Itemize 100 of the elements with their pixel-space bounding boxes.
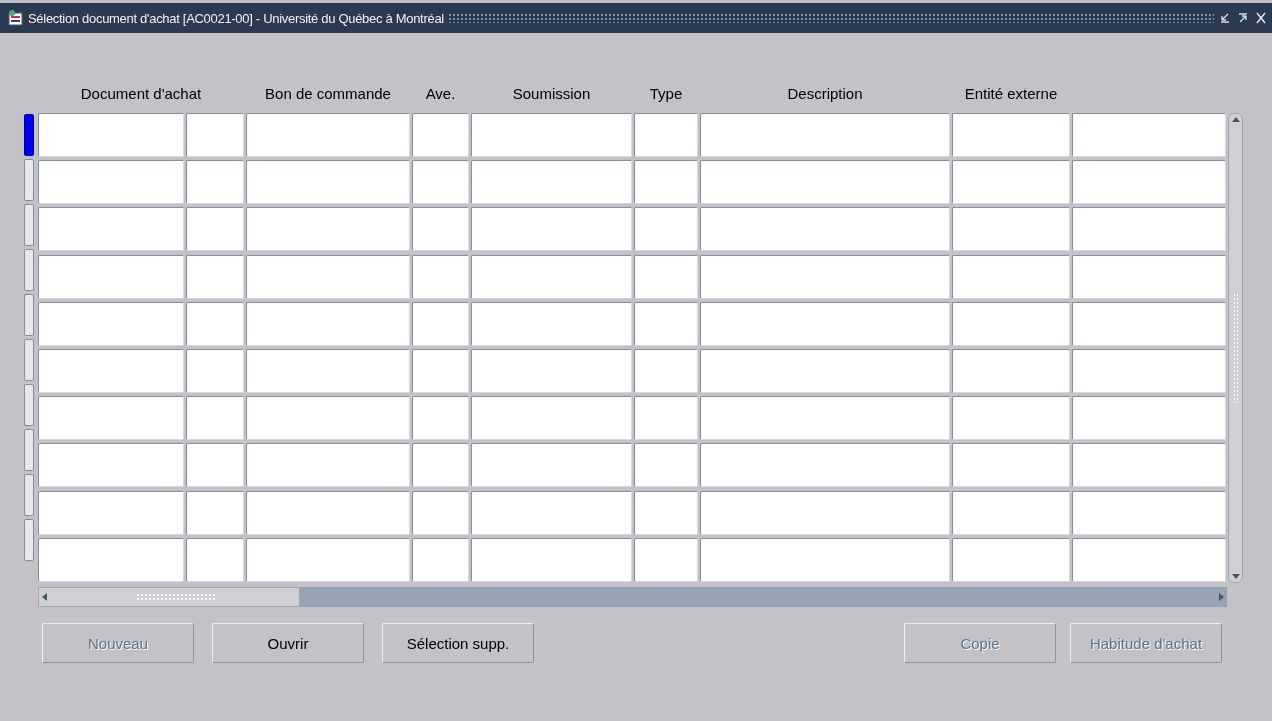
input-field[interactable] xyxy=(1072,349,1226,393)
input-field[interactable] xyxy=(186,301,244,346)
input-field[interactable] xyxy=(186,443,244,488)
input-field[interactable] xyxy=(1072,113,1226,157)
input-field[interactable] xyxy=(246,537,410,582)
input-field[interactable] xyxy=(186,207,244,252)
input-field[interactable] xyxy=(471,160,632,205)
input-field[interactable] xyxy=(471,301,632,346)
input-field[interactable] xyxy=(471,490,632,535)
row-indicator[interactable] xyxy=(24,339,34,381)
input-field[interactable] xyxy=(952,490,1070,535)
input-field[interactable] xyxy=(186,396,244,441)
input-field[interactable] xyxy=(634,254,698,299)
input-field[interactable] xyxy=(471,443,632,488)
scroll-thumb[interactable] xyxy=(38,587,300,607)
input-field[interactable] xyxy=(246,490,410,535)
input-field[interactable] xyxy=(1072,490,1226,535)
input-field[interactable] xyxy=(246,396,410,441)
input-field[interactable] xyxy=(1072,537,1226,582)
input-field[interactable] xyxy=(246,349,410,393)
row-indicator[interactable] xyxy=(24,384,34,426)
input-field[interactable] xyxy=(1072,254,1226,299)
row-indicator[interactable] xyxy=(24,519,34,561)
input-field[interactable] xyxy=(38,537,184,582)
input-field[interactable] xyxy=(952,254,1070,299)
input-field[interactable] xyxy=(634,396,698,441)
input-field[interactable] xyxy=(952,301,1070,346)
input-field[interactable] xyxy=(246,301,410,346)
minimize-icon[interactable] xyxy=(1218,11,1232,25)
input-field[interactable] xyxy=(246,160,410,205)
input-field[interactable] xyxy=(700,113,950,157)
input-field[interactable] xyxy=(634,160,698,205)
vertical-scrollbar[interactable] xyxy=(1228,113,1243,583)
row-indicator[interactable] xyxy=(24,249,34,291)
input-field[interactable] xyxy=(412,113,469,157)
action-button[interactable]: Ouvrir xyxy=(212,623,364,663)
input-field[interactable] xyxy=(700,160,950,205)
input-field[interactable] xyxy=(186,160,244,205)
row-indicator[interactable] xyxy=(24,294,34,336)
input-field[interactable] xyxy=(412,537,469,582)
action-button[interactable]: Sélection supp. xyxy=(382,623,534,663)
input-field[interactable] xyxy=(1072,207,1226,252)
input-field[interactable] xyxy=(38,443,184,488)
input-field[interactable] xyxy=(634,349,698,393)
input-field[interactable] xyxy=(700,443,950,488)
input-field[interactable] xyxy=(186,113,244,157)
input-field[interactable] xyxy=(412,301,469,346)
input-field[interactable] xyxy=(186,349,244,393)
input-field[interactable] xyxy=(471,396,632,441)
input-field[interactable] xyxy=(471,113,632,157)
input-field[interactable] xyxy=(700,349,950,393)
input-field[interactable] xyxy=(952,443,1070,488)
input-field[interactable] xyxy=(700,301,950,346)
input-field[interactable] xyxy=(952,537,1070,582)
input-field[interactable] xyxy=(1072,301,1226,346)
input-field[interactable] xyxy=(38,254,184,299)
row-indicator[interactable] xyxy=(24,159,34,201)
input-field[interactable] xyxy=(412,160,469,205)
row-indicator[interactable] xyxy=(24,204,34,246)
input-field[interactable] xyxy=(412,207,469,252)
input-field[interactable] xyxy=(634,113,698,157)
input-field[interactable] xyxy=(700,254,950,299)
input-field[interactable] xyxy=(412,443,469,488)
input-field[interactable] xyxy=(700,396,950,441)
input-field[interactable] xyxy=(38,160,184,205)
input-field[interactable] xyxy=(246,113,410,157)
input-field[interactable] xyxy=(38,207,184,252)
input-field[interactable] xyxy=(186,490,244,535)
maximize-icon[interactable] xyxy=(1236,11,1250,25)
input-field[interactable] xyxy=(471,254,632,299)
input-field[interactable] xyxy=(700,207,950,252)
input-field[interactable] xyxy=(38,301,184,346)
input-field[interactable] xyxy=(1072,160,1226,205)
input-field[interactable] xyxy=(246,207,410,252)
input-field[interactable] xyxy=(246,443,410,488)
input-field[interactable] xyxy=(38,349,184,393)
input-field[interactable] xyxy=(412,490,469,535)
input-field[interactable] xyxy=(634,490,698,535)
input-field[interactable] xyxy=(412,254,469,299)
input-field[interactable] xyxy=(1072,443,1226,488)
input-field[interactable] xyxy=(412,396,469,441)
input-field[interactable] xyxy=(952,349,1070,393)
input-field[interactable] xyxy=(952,207,1070,252)
input-field[interactable] xyxy=(952,160,1070,205)
input-field[interactable] xyxy=(186,537,244,582)
input-field[interactable] xyxy=(38,113,184,157)
input-field[interactable] xyxy=(38,396,184,441)
input-field[interactable] xyxy=(952,396,1070,441)
input-field[interactable] xyxy=(471,349,632,393)
input-field[interactable] xyxy=(412,349,469,393)
input-field[interactable] xyxy=(952,113,1070,157)
input-field[interactable] xyxy=(246,254,410,299)
input-field[interactable] xyxy=(634,537,698,582)
input-field[interactable] xyxy=(471,207,632,252)
row-indicator[interactable] xyxy=(24,474,34,516)
input-field[interactable] xyxy=(700,490,950,535)
input-field[interactable] xyxy=(700,537,950,582)
input-field[interactable] xyxy=(1072,396,1226,441)
input-field[interactable] xyxy=(471,537,632,582)
input-field[interactable] xyxy=(38,490,184,535)
